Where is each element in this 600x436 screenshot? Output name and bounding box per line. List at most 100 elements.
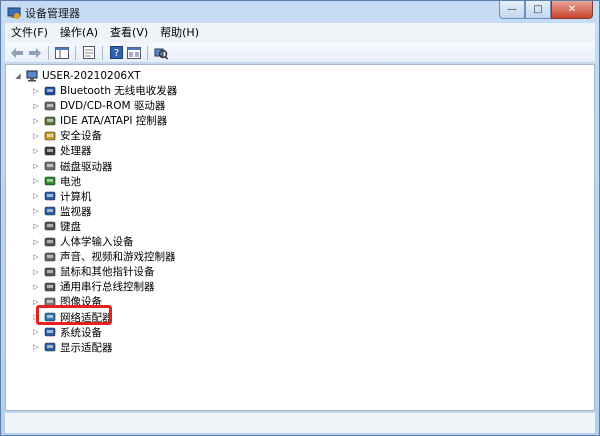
window-title: 设备管理器 xyxy=(25,7,80,20)
tree-item[interactable]: ▷ 安全设备 xyxy=(32,128,102,143)
expand-icon[interactable]: ▷ xyxy=(32,147,40,155)
device-manager-icon xyxy=(7,5,21,19)
computer-icon xyxy=(26,70,38,82)
bluetooth-icon xyxy=(44,85,56,97)
menu-action[interactable]: 操作(A) xyxy=(54,23,104,43)
console-tree-icon xyxy=(55,46,69,59)
processor-icon xyxy=(44,145,56,157)
close-button[interactable]: ✕ xyxy=(551,1,593,19)
expand-icon[interactable]: ▷ xyxy=(32,117,40,125)
expand-icon[interactable]: ▷ xyxy=(32,162,40,170)
tree-item[interactable]: ▷ 鼠标和其他指针设备 xyxy=(32,264,155,279)
tree-item[interactable]: ▷ 磁盘驱动器 xyxy=(32,159,113,174)
tree-item-label: 通用串行总线控制器 xyxy=(60,281,155,294)
tree-item-label: 安全设备 xyxy=(60,130,102,143)
tree-item[interactable]: ▷ 系统设备 xyxy=(32,325,102,340)
battery-icon xyxy=(44,175,56,187)
show-hide-tree-button[interactable] xyxy=(54,45,70,61)
back-arrow-icon xyxy=(11,47,23,58)
collapse-icon[interactable]: ◢ xyxy=(14,72,22,80)
tree-item[interactable]: ▷ 计算机 xyxy=(32,189,92,204)
toolbar: ? xyxy=(5,43,595,63)
tree-item[interactable]: ▷ Bluetooth 无线电收发器 xyxy=(32,83,177,98)
expand-icon[interactable]: ▷ xyxy=(32,102,40,110)
forward-button[interactable] xyxy=(27,45,43,61)
tree-item[interactable]: ▷ 通用串行总线控制器 xyxy=(32,279,155,294)
properties-button[interactable] xyxy=(81,45,97,61)
tree-item[interactable]: ▷ 键盘 xyxy=(32,219,81,234)
system-device-icon xyxy=(44,326,56,338)
minimize-button[interactable]: — xyxy=(499,1,525,19)
expand-icon[interactable]: ▷ xyxy=(32,283,40,291)
tree-item-label: 系统设备 xyxy=(60,326,102,339)
device-manager-window: 设备管理器 — □ ✕ 文件(F) 操作(A) 查看(V) 帮助(H) ? ◢ … xyxy=(0,0,600,436)
tree-item-label: 监视器 xyxy=(60,205,92,218)
tree-item-label: 显示适配器 xyxy=(60,341,113,354)
back-button[interactable] xyxy=(9,45,25,61)
highlight-box xyxy=(36,305,112,325)
sound-icon xyxy=(44,251,56,263)
tree-item-label: 磁盘驱动器 xyxy=(60,160,113,173)
usb-icon xyxy=(44,281,56,293)
menu-bar: 文件(F) 操作(A) 查看(V) 帮助(H) xyxy=(5,23,595,44)
help-button[interactable]: ? xyxy=(108,45,124,61)
title-bar[interactable]: 设备管理器 — □ ✕ xyxy=(1,1,599,23)
tree-item-label: Bluetooth 无线电收发器 xyxy=(60,85,178,97)
tree-item-label: 计算机 xyxy=(60,190,92,203)
security-device-icon xyxy=(44,130,56,142)
tree-item[interactable]: ▷ 监视器 xyxy=(32,204,92,219)
tree-item[interactable]: ▷ 显示适配器 xyxy=(32,340,113,355)
menu-file[interactable]: 文件(F) xyxy=(5,23,54,43)
svg-text:?: ? xyxy=(113,48,118,59)
forward-arrow-icon xyxy=(29,47,41,58)
display-adapter-icon xyxy=(44,341,56,353)
expand-icon[interactable]: ▷ xyxy=(32,87,40,95)
tree-item[interactable]: ▷ 声音、视频和游戏控制器 xyxy=(32,249,176,264)
ide-controller-icon xyxy=(44,115,56,127)
tree-item[interactable]: ▷ 电池 xyxy=(32,174,81,189)
tree-item[interactable]: ▷ IDE ATA/ATAPI 控制器 xyxy=(32,113,167,128)
expand-icon[interactable]: ▷ xyxy=(32,132,40,140)
maximize-icon: □ xyxy=(533,4,543,15)
tree-item[interactable]: ▷ 处理器 xyxy=(32,143,92,158)
hid-icon xyxy=(44,236,56,248)
computer-icon xyxy=(44,190,56,202)
expand-icon[interactable]: ▷ xyxy=(32,343,40,351)
expand-icon[interactable]: ▷ xyxy=(32,177,40,185)
tree-item-label: 人体学输入设备 xyxy=(60,236,134,248)
tree-item-label: IDE ATA/ATAPI 控制器 xyxy=(60,115,168,128)
tree-item-label: 声音、视频和游戏控制器 xyxy=(60,251,176,264)
mouse-icon xyxy=(44,266,56,278)
expand-icon[interactable]: ▷ xyxy=(32,222,40,230)
expand-icon[interactable]: ▷ xyxy=(32,207,40,215)
tree-root[interactable]: ◢ USER-20210206XT xyxy=(14,68,141,83)
computer-name: USER-20210206XT xyxy=(42,69,141,82)
properties-icon xyxy=(83,46,95,59)
tree-item[interactable]: ▷ 人体学输入设备 xyxy=(32,234,134,249)
minimize-icon: — xyxy=(507,4,517,15)
menu-view[interactable]: 查看(V) xyxy=(104,23,154,43)
tree-item-label: 电池 xyxy=(60,175,81,188)
expand-icon[interactable]: ▷ xyxy=(32,268,40,276)
menu-help[interactable]: 帮助(H) xyxy=(154,23,205,43)
expand-icon[interactable]: ▷ xyxy=(32,328,40,336)
expand-icon[interactable]: ▷ xyxy=(32,253,40,261)
keyboard-icon xyxy=(44,220,56,232)
tree-item-label: 处理器 xyxy=(60,145,92,158)
scan-hardware-icon xyxy=(154,48,168,59)
device-tree-panel[interactable]: ◢ USER-20210206XT ▷ Bluetooth 无线电收发器 ▷ DVD/… xyxy=(5,64,595,411)
tree-item-label: 键盘 xyxy=(60,220,81,233)
view-button[interactable] xyxy=(126,45,142,61)
scan-hardware-button[interactable] xyxy=(153,45,169,61)
tree-item[interactable]: ▷ DVD/CD-ROM 驱动器 xyxy=(32,98,165,113)
monitor-icon xyxy=(44,205,56,217)
status-bar xyxy=(5,412,595,433)
close-icon: ✕ xyxy=(567,4,577,15)
tree-item-label: 鼠标和其他指针设备 xyxy=(60,266,155,279)
view-icon xyxy=(127,46,141,59)
disk-drive-icon xyxy=(44,160,56,172)
expand-icon[interactable]: ▷ xyxy=(32,192,40,200)
expand-icon[interactable]: ▷ xyxy=(32,238,40,246)
maximize-button[interactable]: □ xyxy=(525,1,551,19)
dvd-drive-icon xyxy=(44,100,56,112)
